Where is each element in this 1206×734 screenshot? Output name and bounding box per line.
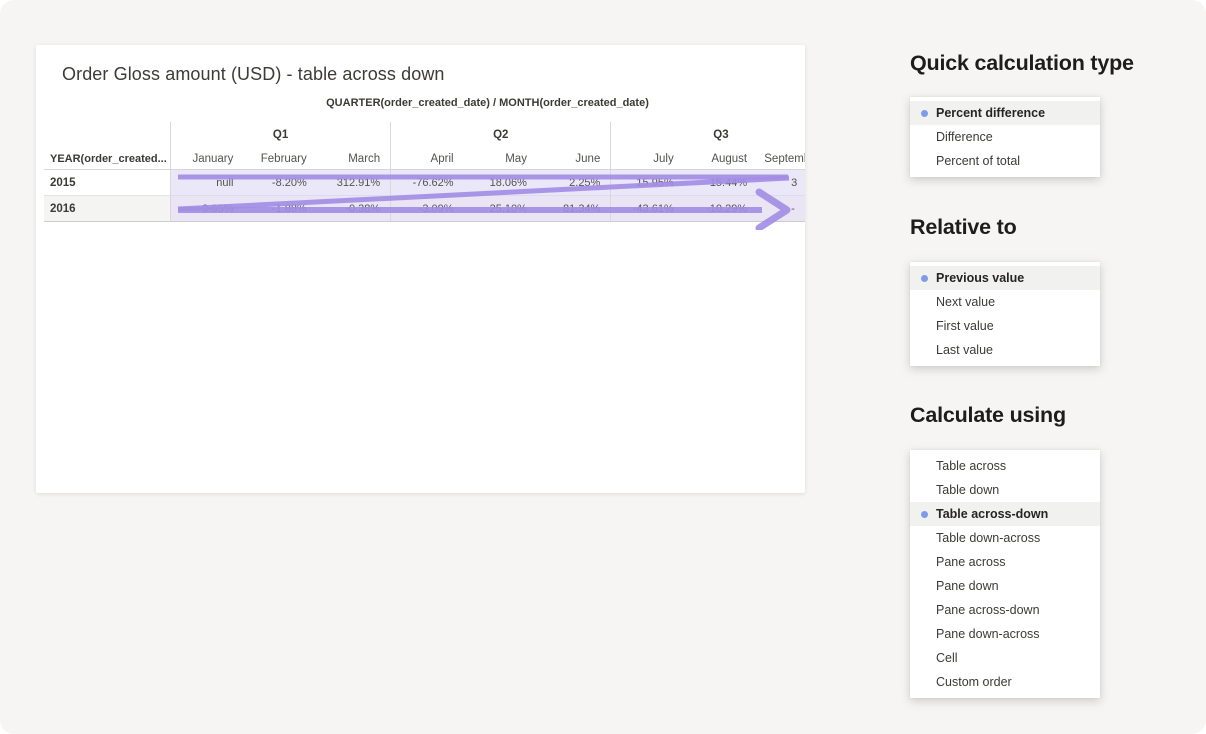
month-header-july[interactable]: July [610, 148, 683, 170]
cell-2015-july[interactable]: 15.95% [610, 170, 683, 196]
cell-2016-september[interactable]: - [757, 196, 805, 222]
cell-2016-may[interactable]: 25.10% [464, 196, 537, 222]
option-last-value[interactable]: Last value [910, 338, 1100, 362]
option-pane-down[interactable]: Pane down [910, 574, 1100, 598]
option-pane-down-across[interactable]: Pane down-across [910, 622, 1100, 646]
row-header-2016[interactable]: 2016 [44, 196, 170, 222]
option-percent-difference[interactable]: Percent difference [910, 101, 1100, 125]
option-label: Pane down-across [936, 627, 1040, 641]
row-dimension-label: YEAR(order_created... [44, 148, 170, 170]
chart-title: Order Gloss amount (USD) - table across … [62, 64, 445, 85]
quick-calculation-type-heading: Quick calculation type [910, 51, 1134, 76]
cell-2016-february[interactable]: -1.88% [243, 196, 316, 222]
month-header-september[interactable]: September [757, 148, 805, 170]
selected-indicator-dot [921, 511, 928, 518]
month-header-april[interactable]: April [390, 148, 463, 170]
month-header-march[interactable]: March [317, 148, 390, 170]
cell-2016-august[interactable]: -10.29% [684, 196, 757, 222]
option-label: Cell [936, 651, 958, 665]
cell-2015-january[interactable]: null [170, 170, 243, 196]
relative-to-panel: Previous value Next value First value La… [910, 262, 1100, 366]
month-header-august[interactable]: August [684, 148, 757, 170]
option-label: Pane across-down [936, 603, 1040, 617]
option-table-across-down[interactable]: Table across-down [910, 502, 1100, 526]
option-label: Custom order [936, 675, 1012, 689]
cell-2015-february[interactable]: -8.20% [243, 170, 316, 196]
cell-2015-september[interactable]: 3 [757, 170, 805, 196]
option-pane-across[interactable]: Pane across [910, 550, 1100, 574]
option-difference[interactable]: Difference [910, 125, 1100, 149]
quick-calculation-type-panel: Percent difference Difference Percent of… [910, 97, 1100, 177]
cell-2015-april[interactable]: -76.62% [390, 170, 463, 196]
cell-2015-june[interactable]: 2.25% [537, 170, 610, 196]
option-custom-order[interactable]: Custom order [910, 670, 1100, 694]
option-cell[interactable]: Cell [910, 646, 1100, 670]
option-label: Difference [936, 130, 993, 144]
option-pane-across-down[interactable]: Pane across-down [910, 598, 1100, 622]
cell-2016-april[interactable]: -3.09% [390, 196, 463, 222]
option-label: First value [936, 319, 994, 333]
option-next-value[interactable]: Next value [910, 290, 1100, 314]
row-header-2015[interactable]: 2015 [44, 170, 170, 196]
column-fields-header: QUARTER(order_created_date) / MONTH(orde… [170, 97, 805, 109]
app-background: Order Gloss amount (USD) - table across … [0, 0, 1206, 734]
option-table-across[interactable]: Table across [910, 454, 1100, 478]
option-previous-value[interactable]: Previous value [910, 266, 1100, 290]
table-visualization-card: Order Gloss amount (USD) - table across … [36, 45, 805, 493]
selected-indicator-dot [921, 110, 928, 117]
cell-2016-january[interactable]: 9.65% [170, 196, 243, 222]
option-first-value[interactable]: First value [910, 314, 1100, 338]
cell-2015-may[interactable]: 18.06% [464, 170, 537, 196]
month-header-may[interactable]: May [464, 148, 537, 170]
option-label: Percent of total [936, 154, 1020, 168]
quarter-header-q2[interactable]: Q2 [390, 122, 610, 148]
cell-2016-march[interactable]: -0.38% [317, 196, 390, 222]
option-label: Last value [936, 343, 993, 357]
option-label: Next value [936, 295, 995, 309]
option-table-down-across[interactable]: Table down-across [910, 526, 1100, 550]
month-header-june[interactable]: June [537, 148, 610, 170]
quarter-header-q1[interactable]: Q1 [170, 122, 390, 148]
month-header-february[interactable]: February [243, 148, 316, 170]
calculate-using-heading: Calculate using [910, 403, 1066, 428]
cell-2015-august[interactable]: 15.44% [684, 170, 757, 196]
option-label: Table across-down [936, 507, 1048, 521]
relative-to-heading: Relative to [910, 215, 1017, 240]
cell-2015-march[interactable]: 312.91% [317, 170, 390, 196]
option-label: Previous value [936, 271, 1024, 285]
option-percent-of-total[interactable]: Percent of total [910, 149, 1100, 173]
option-label: Pane across [936, 555, 1005, 569]
month-header-january[interactable]: January [170, 148, 243, 170]
option-label: Table down-across [936, 531, 1040, 545]
option-label: Table across [936, 459, 1006, 473]
crosstab-table: Q1 Q2 Q3 YEAR(order_created... January F… [44, 122, 805, 222]
calculate-using-panel: Table across Table down Table across-dow… [910, 450, 1100, 698]
cell-2016-june[interactable]: 81.34% [537, 196, 610, 222]
option-label: Pane down [936, 579, 999, 593]
option-label: Percent difference [936, 106, 1045, 120]
selected-indicator-dot [921, 275, 928, 282]
corner-spacer [44, 122, 170, 148]
option-table-down[interactable]: Table down [910, 478, 1100, 502]
quarter-header-q3[interactable]: Q3 [610, 122, 805, 148]
option-label: Table down [936, 483, 999, 497]
cell-2016-july[interactable]: -43.61% [610, 196, 683, 222]
